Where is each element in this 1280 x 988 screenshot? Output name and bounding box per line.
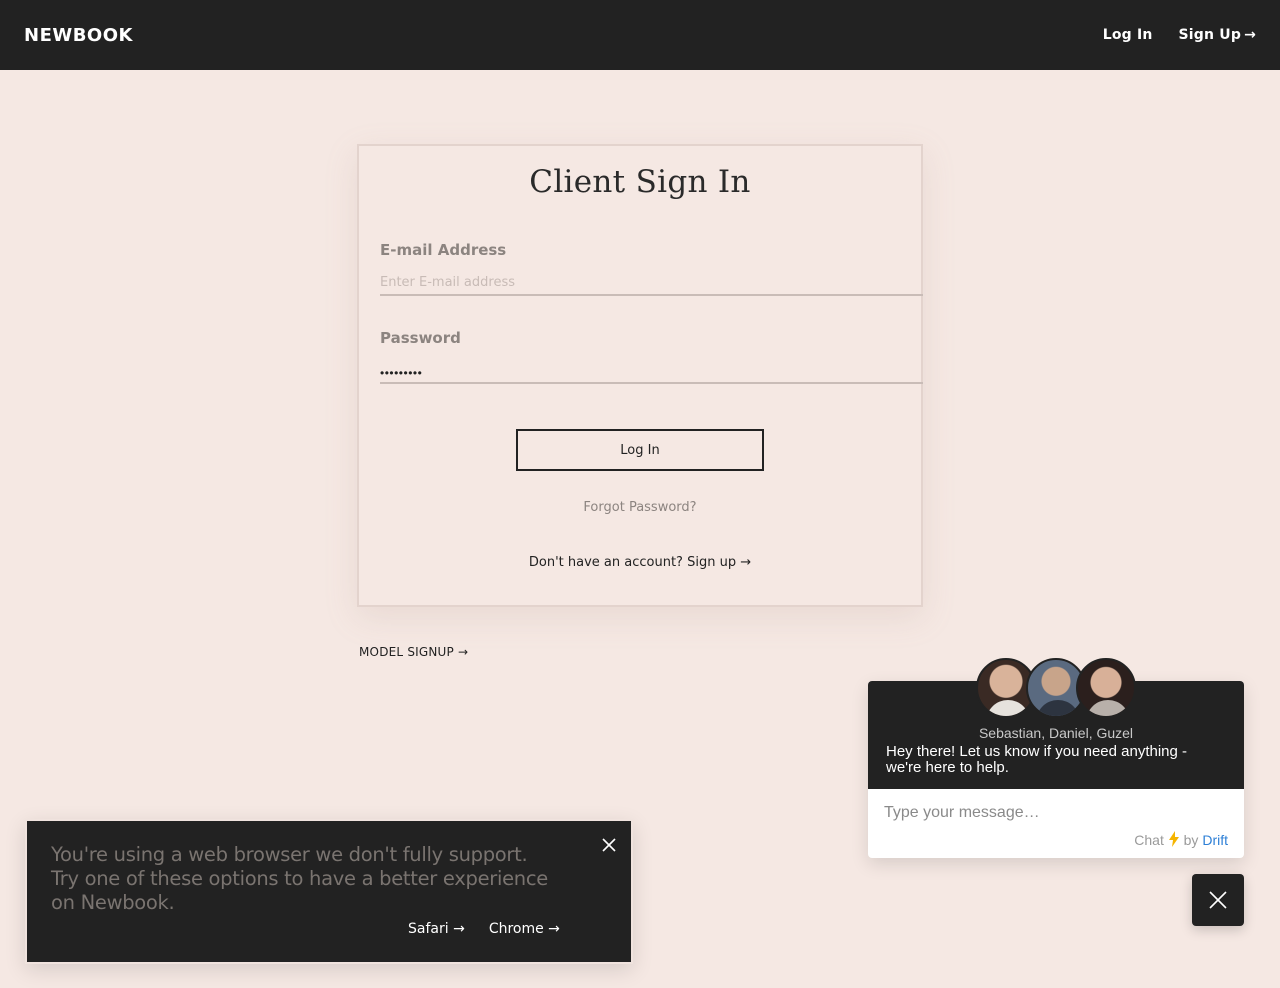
page-title: Client Sign In <box>529 164 751 200</box>
chat-widget: Sebastian, Daniel, Guzel Hey there! Let … <box>868 658 1244 858</box>
close-icon <box>1209 891 1227 909</box>
browser-warning-banner: You're using a web browser we don't full… <box>25 819 633 964</box>
avatar <box>1076 658 1136 718</box>
signup-link[interactable]: Sign Up → <box>1179 27 1256 43</box>
chat-brand-by: by <box>1183 832 1199 848</box>
signin-card: Client Sign In E-mail Address Password •… <box>357 144 923 607</box>
password-field[interactable]: ••••••••• <box>380 358 923 384</box>
chat-brand-prefix: Chat <box>1134 832 1164 848</box>
top-nav: Log In Sign Up → <box>1103 27 1256 43</box>
close-icon[interactable] <box>601 837 617 853</box>
email-field[interactable] <box>380 270 923 296</box>
chat-close-button[interactable] <box>1192 874 1244 926</box>
chat-agent-names: Sebastian, Daniel, Guzel <box>978 725 1134 741</box>
top-navbar: NEWBOOK Log In Sign Up → <box>0 0 1280 70</box>
chrome-link[interactable]: Chrome → <box>489 921 560 937</box>
chat-avatars <box>976 658 1136 718</box>
login-link[interactable]: Log In <box>1103 27 1153 43</box>
chat-header: Sebastian, Daniel, Guzel Hey there! Let … <box>868 658 1244 789</box>
newbook-logo[interactable]: NEWBOOK <box>24 25 133 46</box>
signup-link-label: Sign Up <box>1178 27 1242 43</box>
browser-warning-message: You're using a web browser we don't full… <box>51 843 548 914</box>
lightning-icon <box>1168 831 1184 848</box>
password-label: Password <box>380 329 461 347</box>
signup-prompt-link[interactable]: Don't have an account? Sign up → <box>359 555 921 570</box>
forgot-password-link[interactable]: Forgot Password? <box>359 500 921 515</box>
browser-links: Safari → Chrome → <box>408 921 560 937</box>
model-signup-link[interactable]: MODEL SIGNUP → <box>359 645 468 659</box>
chat-greeting: Hey there! Let us know if you need anyth… <box>886 743 1188 776</box>
safari-link[interactable]: Safari → <box>408 921 465 937</box>
login-button[interactable]: Log In <box>516 429 764 471</box>
chat-message-input[interactable] <box>884 802 1224 824</box>
chat-branding[interactable]: Chat by Drift <box>1134 831 1228 848</box>
drift-brand-name: Drift <box>1202 832 1228 848</box>
arrow-right-icon: → <box>1244 27 1256 43</box>
email-label: E-mail Address <box>380 241 507 259</box>
